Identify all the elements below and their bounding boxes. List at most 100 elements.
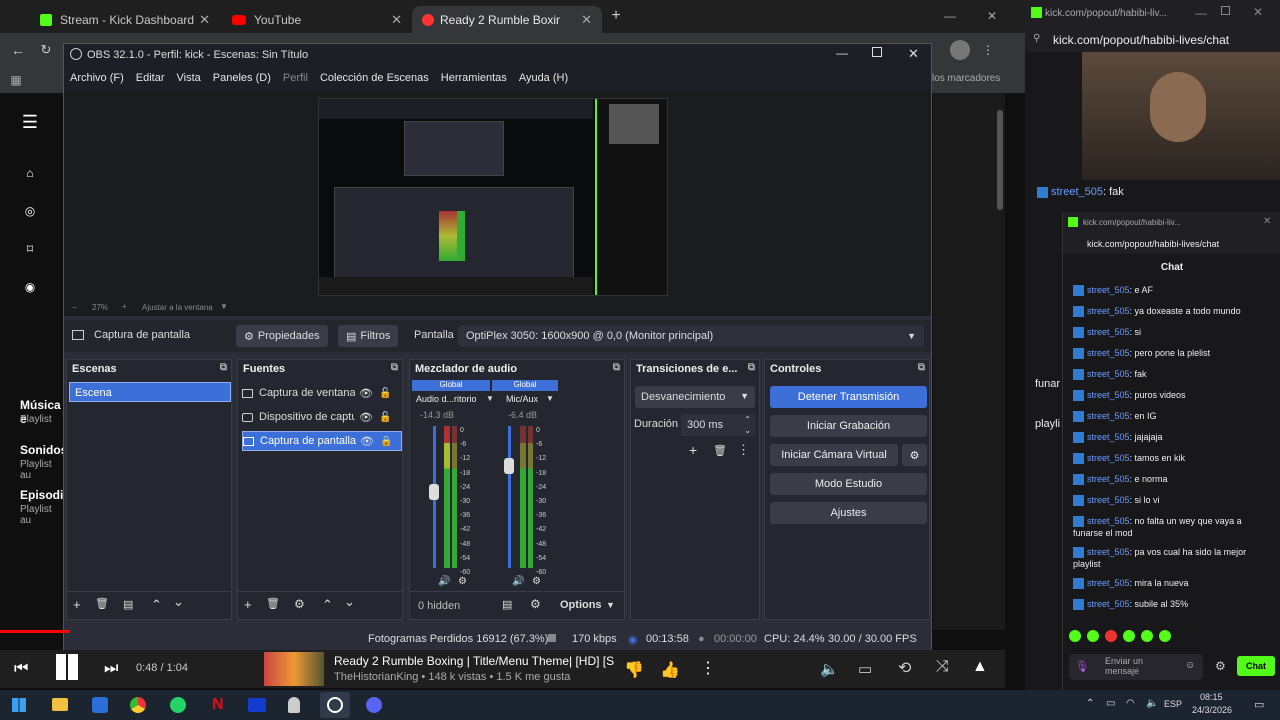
minimize-icon[interactable]: —	[836, 46, 848, 60]
tab-kick-dashboard[interactable]: Stream - Kick Dashboard ✕	[30, 6, 220, 33]
whatsapp-icon[interactable]	[170, 697, 186, 713]
maximize-icon[interactable]	[1221, 6, 1230, 15]
chat-username[interactable]: street_505	[1087, 578, 1130, 588]
chrome-icon[interactable]	[130, 697, 146, 713]
explore-icon[interactable]: ◎	[20, 201, 40, 221]
clock-date[interactable]: 24/3/2026	[1192, 705, 1232, 715]
back-icon[interactable]: ←	[8, 41, 28, 59]
reload-icon[interactable]: ↻	[36, 41, 56, 59]
emote-icon[interactable]	[1123, 630, 1135, 642]
chat-username[interactable]: street_505	[1087, 432, 1130, 442]
eye-icon[interactable]: 👁	[360, 435, 374, 448]
obs-preview[interactable]	[64, 90, 931, 316]
chat-username[interactable]: street_505	[1087, 599, 1130, 609]
video-thumbnail[interactable]	[264, 652, 324, 686]
emote-icon[interactable]	[1141, 630, 1153, 642]
emote-icon[interactable]	[1069, 630, 1081, 642]
next-icon[interactable]: ⏭	[104, 660, 118, 678]
menu-profile[interactable]: Perfil	[277, 72, 314, 84]
volume-icon[interactable]: 🔈	[1146, 698, 1158, 709]
speaker-icon[interactable]: 🔊	[438, 576, 450, 587]
popout-icon[interactable]: ⧉	[918, 362, 925, 373]
mic-icon[interactable]: 🎙	[1075, 660, 1089, 673]
home-icon[interactable]: ⌂	[20, 163, 40, 183]
chat-username[interactable]: street_505	[1087, 327, 1130, 337]
popout-icon[interactable]: ⧉	[613, 362, 620, 373]
chevron-up-icon[interactable]: ⌃	[322, 597, 333, 613]
menu-scene-collection[interactable]: Colección de Escenas	[314, 72, 435, 84]
options-button[interactable]: Options	[560, 599, 602, 611]
start-record-button[interactable]: Iniciar Grabación	[770, 415, 927, 437]
scene-item[interactable]: Escena	[69, 382, 231, 402]
sidebar-item-sounds[interactable]: Sonidos	[20, 443, 67, 457]
close-icon[interactable]: ✕	[1263, 216, 1271, 227]
emote-icon[interactable]	[1105, 630, 1117, 642]
gear-icon[interactable]: ⚙	[458, 576, 467, 587]
chevron-down-icon[interactable]: ▼	[220, 302, 228, 311]
video-title[interactable]: Ready 2 Rumble Boxing | Title/Menu Theme…	[334, 654, 614, 668]
close-icon[interactable]: ✕	[391, 12, 402, 28]
stop-stream-button[interactable]: Detener Transmisión	[770, 386, 927, 408]
volume-slider-handle[interactable]	[429, 484, 439, 500]
chat-username[interactable]: street_505	[1087, 474, 1130, 484]
hamburger-icon[interactable]: ☰	[20, 112, 40, 132]
trash-icon[interactable]: 🗑	[713, 444, 727, 457]
close-icon[interactable]: ✕	[982, 8, 1002, 24]
menu-docks[interactable]: Paneles (D)	[207, 72, 277, 84]
progress-bar[interactable]	[0, 630, 70, 633]
menu-file[interactable]: Archivo (F)	[64, 72, 130, 84]
add-icon[interactable]: +	[689, 442, 697, 458]
gear-icon[interactable]: ⚙	[530, 597, 541, 611]
minimize-icon[interactable]: —	[1195, 6, 1207, 20]
screen-select[interactable]: OptiPlex 3050: 1600x900 @ 0,0 (Monitor p…	[458, 325, 924, 347]
gear-icon[interactable]: ⚙	[532, 576, 541, 587]
chat-send-button[interactable]: Chat	[1237, 656, 1275, 676]
discord-icon[interactable]	[366, 697, 382, 713]
chevron-down-icon[interactable]: ▼	[486, 394, 494, 403]
trash-icon[interactable]: 🗑	[95, 597, 109, 610]
menu-dots-icon[interactable]: ⋮	[700, 658, 716, 678]
language-indicator[interactable]: ESP	[1164, 699, 1182, 709]
display-icon[interactable]: ▭	[1106, 698, 1115, 709]
eye-icon[interactable]: 👁	[359, 411, 373, 424]
shuffle-icon[interactable]: ⤨	[936, 658, 949, 676]
lock-icon[interactable]: 🔓	[379, 412, 391, 423]
repeat-icon[interactable]: ⟲	[898, 658, 911, 678]
scrollbar[interactable]	[997, 110, 1003, 210]
chat-input[interactable]: 🎙 Enviar un mensaje ☺	[1069, 654, 1203, 680]
store-icon[interactable]	[92, 697, 108, 713]
popout-icon[interactable]: ⧉	[748, 362, 755, 373]
menu-tools[interactable]: Herramientas	[435, 72, 513, 84]
emote-icon[interactable]	[1159, 630, 1171, 642]
channel-name[interactable]: Mic/Aux	[506, 394, 538, 404]
chevron-up-icon[interactable]: ⌃	[151, 597, 162, 613]
chat-username[interactable]: street_505	[1087, 547, 1130, 557]
apps-icon[interactable]: ▦	[8, 72, 24, 88]
chat-username[interactable]: street_505	[1087, 306, 1130, 316]
chat-username[interactable]: street_505	[1087, 285, 1130, 295]
studio-mode-button[interactable]: Modo Estudio	[770, 473, 927, 495]
chevron-down-icon[interactable]: ▼	[546, 394, 554, 403]
menu-view[interactable]: Vista	[171, 72, 207, 84]
site-info-icon[interactable]: ⚲	[1033, 33, 1040, 44]
chat-username[interactable]: street_505	[1087, 453, 1130, 463]
disney-icon[interactable]	[248, 698, 266, 712]
chevron-up-icon[interactable]: ⌃	[1086, 698, 1094, 709]
expand-icon[interactable]: ▲	[972, 658, 988, 676]
virtual-camera-button[interactable]: Iniciar Cámara Virtual	[770, 444, 898, 466]
zoom-out-icon[interactable]: −	[72, 303, 77, 312]
emoji-icon[interactable]: ☺	[1185, 660, 1195, 671]
app-icon[interactable]	[288, 697, 300, 713]
channel-name[interactable]: Audio d...ritorio	[416, 394, 477, 404]
menu-dots-icon[interactable]: ⋮	[737, 442, 750, 458]
transition-select[interactable]: Desvanecimiento ▼	[635, 386, 755, 408]
previous-icon[interactable]: ⏮	[14, 660, 28, 678]
menu-help[interactable]: Ayuda (H)	[513, 72, 574, 84]
dislike-icon[interactable]: 👎	[624, 660, 644, 680]
close-icon[interactable]: ✕	[908, 46, 919, 62]
maximize-icon[interactable]	[872, 47, 882, 57]
layout-icon[interactable]: ▤	[502, 598, 512, 611]
filter-icon[interactable]: ▤	[123, 598, 133, 611]
zoom-in-icon[interactable]: +	[122, 302, 127, 311]
fit-label[interactable]: Ajustar a la ventana	[142, 303, 213, 312]
